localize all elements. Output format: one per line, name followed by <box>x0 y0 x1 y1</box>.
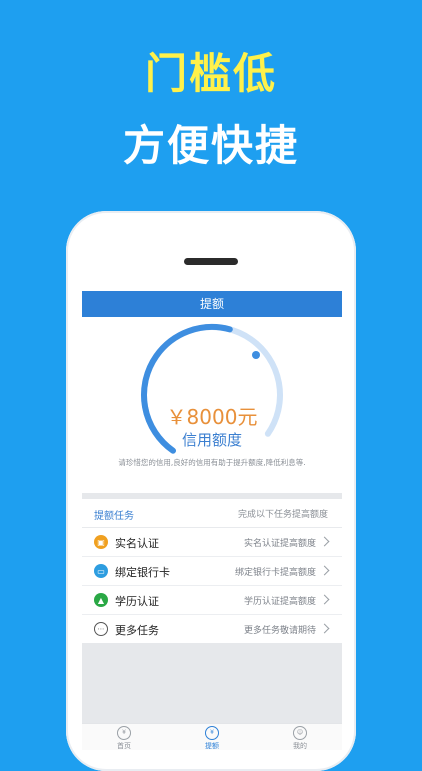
bank-card-icon: ▭ <box>94 564 108 578</box>
chevron-right-icon <box>319 594 330 605</box>
promo-headline-1: 门槛低 <box>144 49 277 98</box>
chevron-right-icon <box>319 565 330 576</box>
task-label: 学历认证 <box>115 595 159 608</box>
task-desc: 实名认证提高额度 <box>243 539 316 549</box>
tab-home[interactable]: ¥ 首页 <box>94 724 154 750</box>
task-label: 实名认证 <box>115 537 159 550</box>
tasks-header: 提额任务 完成以下任务提高额度 <box>82 499 342 528</box>
gauge-knob <box>252 351 260 359</box>
page-title: 提额 <box>82 291 342 317</box>
tab-credit[interactable]: ¥ 提额 <box>182 724 242 750</box>
task-desc: 学历认证提高额度 <box>243 597 316 607</box>
credit-label: 信用额度 <box>181 431 242 449</box>
tasks-title: 提额任务 <box>94 511 134 522</box>
graduation-cap-icon: ▲ <box>94 593 108 607</box>
task-real-name[interactable]: ▣ 实名认证 实名认证提高额度 <box>82 528 342 557</box>
task-desc: 绑定银行卡提高额度 <box>234 568 316 578</box>
task-more[interactable]: ⋯ 更多任务 更多任务敬请期待 <box>82 615 342 644</box>
promo-headline-2: 方便快捷 <box>122 121 299 170</box>
app-screen: 提额 ￥8000元 信用额度 请珍惜您的信用,良好的信用有助于提升额度,降低利息… <box>82 291 342 750</box>
tab-label: 我的 <box>293 742 307 750</box>
tab-bar: ¥ 首页 ¥ 提额 ☺ 我的 <box>82 723 342 750</box>
task-education[interactable]: ▲ 学历认证 学历认证提高额度 <box>82 586 342 615</box>
tasks-hint: 完成以下任务提高额度 <box>237 510 328 520</box>
tab-mine[interactable]: ☺ 我的 <box>270 724 330 750</box>
tab-label: 首页 <box>117 742 131 750</box>
empty-area <box>82 643 342 723</box>
chevron-right-icon <box>319 623 330 634</box>
task-label: 更多任务 <box>115 624 159 637</box>
id-card-icon: ▣ <box>94 535 108 549</box>
tab-label: 提额 <box>205 742 219 750</box>
task-label: 绑定银行卡 <box>115 566 170 579</box>
yen-icon: ¥ <box>205 726 219 740</box>
task-desc: 更多任务敬请期待 <box>243 626 316 636</box>
task-bind-card[interactable]: ▭ 绑定银行卡 绑定银行卡提高额度 <box>82 557 342 586</box>
phone-speaker <box>184 258 238 265</box>
more-dots-icon: ⋯ <box>94 622 108 636</box>
credit-note: 请珍惜您的信用,良好的信用有助于提升额度,降低利息等. <box>118 458 306 467</box>
user-icon: ☺ <box>293 726 307 740</box>
credit-amount: ￥8000元 <box>166 405 258 429</box>
money-bag-icon: ¥ <box>117 726 131 740</box>
chevron-right-icon <box>319 536 330 547</box>
